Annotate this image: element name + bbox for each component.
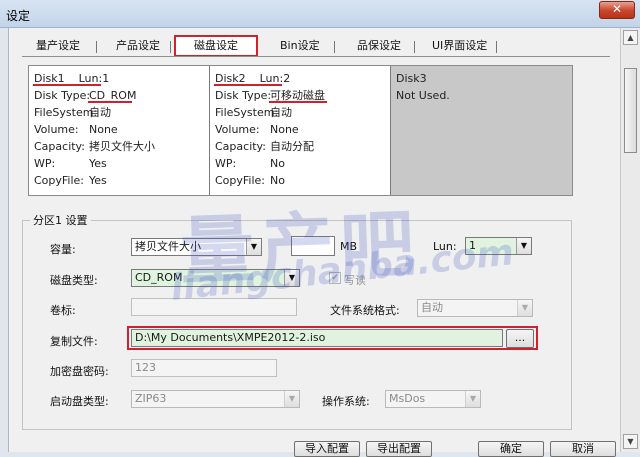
copyfile-value: No: [270, 174, 285, 187]
wp-key: WP:: [215, 157, 237, 170]
chevron-down-icon: ▼: [516, 238, 531, 254]
tab-separator: [414, 41, 415, 53]
filesystem-key: FileSystem:: [215, 106, 279, 119]
title-bar: 设定 ✕: [0, 0, 640, 28]
encrypt-password-label: 加密盘密码:: [50, 365, 109, 378]
tab-qa-settings[interactable]: 品保设定: [355, 37, 403, 57]
os-select-value: MsDos: [389, 392, 426, 405]
boot-type-select[interactable]: ZIP63 ▼: [131, 390, 300, 408]
disk-type-key: Disk Type:: [215, 89, 272, 102]
volume-label-label: 卷标:: [50, 304, 76, 317]
ok-button[interactable]: 确定: [478, 441, 544, 457]
red-underline: [33, 84, 101, 86]
tab-bin-settings[interactable]: Bin设定: [278, 37, 322, 57]
tab-separator: [96, 41, 97, 53]
disk-panel-3[interactable]: Disk3 Not Used.: [391, 66, 572, 195]
tab-divider: [22, 56, 610, 57]
capacity-label: 容量:: [50, 243, 76, 256]
partition-group-label: 分区1 设置: [30, 212, 91, 228]
copyfile-value: Yes: [89, 174, 107, 187]
fs-format-select[interactable]: 自动 ▼: [417, 299, 533, 317]
tab-ui-settings[interactable]: UI界面设定: [430, 37, 489, 57]
os-select[interactable]: MsDos ▼: [385, 390, 481, 408]
tab-production-settings[interactable]: 量产设定: [34, 37, 82, 57]
close-icon: ✕: [611, 2, 623, 16]
tab-product-settings[interactable]: 产品设定: [114, 37, 162, 57]
tab-separator: [334, 41, 335, 53]
scroll-down-icon[interactable]: ▼: [623, 434, 638, 449]
vertical-scrollbar[interactable]: ▲ ▼: [620, 28, 640, 452]
import-config-button[interactable]: 导入配置: [294, 441, 360, 457]
chevron-down-icon: ▼: [465, 391, 480, 407]
wp-value: Yes: [89, 157, 107, 170]
red-underline: [88, 101, 132, 103]
disk-header: Disk3: [396, 72, 427, 85]
copyfile-key: CopyFile:: [34, 174, 85, 187]
red-underline: [214, 84, 282, 86]
export-config-button[interactable]: 导出配置: [366, 441, 432, 457]
disk-overview: Disk1 Lun:1 Disk Type: CD_ROM FileSystem:…: [28, 65, 573, 196]
copy-file-input[interactable]: D:\My Documents\XMPE2012-2.iso: [131, 329, 503, 347]
chevron-down-icon: ▼: [284, 391, 299, 407]
disk-panel-2[interactable]: Disk2 Lun:2 Disk Type: 可移动磁盘 FileSystem: 自…: [210, 66, 391, 195]
red-underline: [269, 101, 327, 103]
filesystem-value: 自动: [270, 106, 292, 119]
boot-type-select-value: ZIP63: [135, 392, 167, 405]
scroll-up-icon[interactable]: ▲: [623, 30, 638, 45]
boot-type-label: 启动盘类型:: [50, 395, 109, 408]
disk-type-key: Disk Type:: [34, 89, 91, 102]
capacity-key: Capacity:: [215, 140, 266, 153]
os-label: 操作系统:: [322, 395, 370, 408]
disk-panel-1[interactable]: Disk1 Lun:1 Disk Type: CD_ROM FileSystem:…: [29, 66, 210, 195]
cancel-button[interactable]: 取消: [550, 441, 616, 457]
fs-format-label: 文件系统格式:: [330, 304, 400, 317]
disk-type-label: 磁盘类型:: [50, 274, 98, 287]
capacity-value: 自动分配: [270, 140, 314, 153]
chevron-down-icon: ▼: [517, 300, 532, 316]
close-button[interactable]: ✕: [599, 1, 635, 19]
tab-disk-settings[interactable]: 磁盘设定: [174, 35, 258, 57]
fs-format-select-value: 自动: [421, 301, 443, 314]
window-title: 设定: [6, 9, 31, 23]
copy-file-label: 复制文件:: [50, 335, 98, 348]
filesystem-value: 自动: [89, 106, 111, 119]
tab-separator: [170, 41, 171, 53]
volume-value: None: [89, 123, 118, 136]
filesystem-key: FileSystem:: [34, 106, 98, 119]
capacity-key: Capacity:: [34, 140, 85, 153]
encrypt-password-input[interactable]: 123: [131, 359, 277, 377]
volume-key: Volume:: [34, 123, 79, 136]
volume-value: None: [270, 123, 299, 136]
volume-key: Volume:: [215, 123, 260, 136]
capacity-value: 拷贝文件大小: [89, 140, 155, 153]
wp-value: No: [270, 157, 285, 170]
copyfile-key: CopyFile:: [215, 174, 266, 187]
browse-button[interactable]: ...: [506, 329, 534, 348]
scroll-thumb[interactable]: [624, 68, 637, 153]
disk-status: Not Used.: [396, 89, 450, 102]
tab-separator: [496, 41, 497, 53]
wp-key: WP:: [34, 157, 56, 170]
